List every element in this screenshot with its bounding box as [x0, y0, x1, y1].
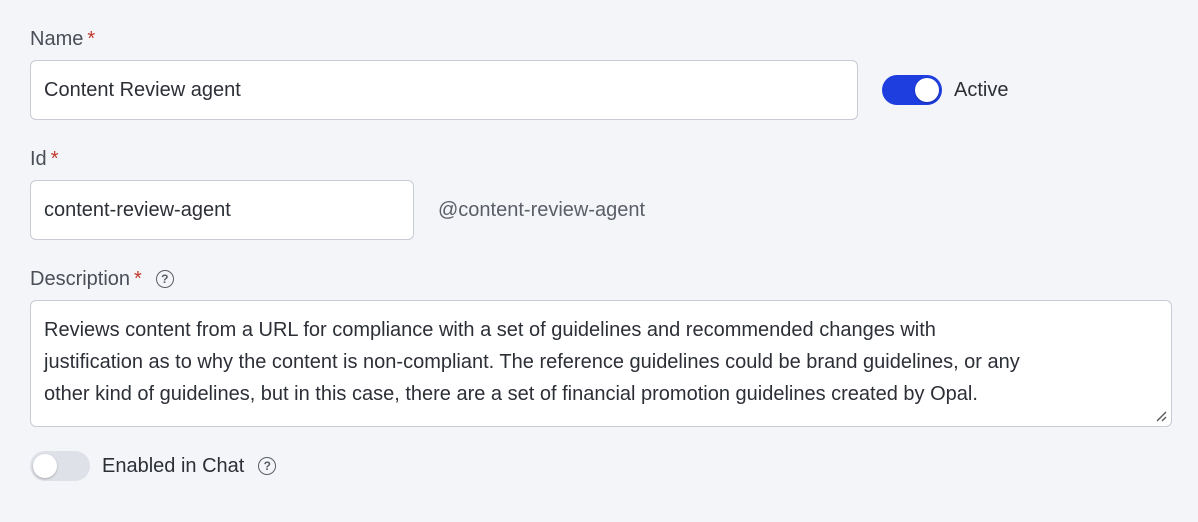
description-line: justification as to why the content is n…	[44, 351, 1020, 373]
resize-handle-icon[interactable]	[1155, 410, 1167, 422]
description-line: other kind of guidelines, but in this ca…	[44, 383, 978, 405]
required-asterisk: *	[50, 147, 59, 170]
name-input-value: Content Review agent	[44, 78, 241, 101]
active-toggle-knob	[915, 78, 939, 102]
description-textarea[interactable]: Reviews content from a URL for complianc…	[30, 300, 1172, 427]
active-label: Active	[954, 78, 1009, 101]
id-label-text: Id	[30, 147, 47, 170]
description-line: Reviews content from a URL for complianc…	[44, 319, 936, 341]
id-input-value: content-review-agent	[44, 198, 231, 221]
description-label-text: Description	[30, 267, 131, 290]
name-input[interactable]: Content Review agent	[30, 60, 858, 120]
question-circle-icon[interactable]: ?	[155, 270, 174, 288]
description-label: Description * ?	[30, 265, 174, 293]
id-input[interactable]: content-review-agent	[30, 180, 414, 240]
name-label: Name *	[30, 25, 95, 53]
enabled-in-chat-label: Enabled in Chat ?	[102, 452, 277, 480]
enabled-in-chat-toggle-knob	[33, 454, 57, 478]
enabled-in-chat-text: Enabled in Chat	[102, 454, 245, 477]
enabled-in-chat-toggle[interactable]	[30, 451, 90, 481]
name-label-text: Name	[30, 27, 84, 50]
id-handle-text: @content-review-agent	[438, 198, 646, 221]
id-label: Id *	[30, 145, 58, 173]
question-circle-icon[interactable]: ?	[258, 457, 277, 475]
active-toggle[interactable]	[882, 75, 942, 105]
required-asterisk: *	[134, 267, 142, 290]
required-asterisk: *	[87, 27, 96, 50]
